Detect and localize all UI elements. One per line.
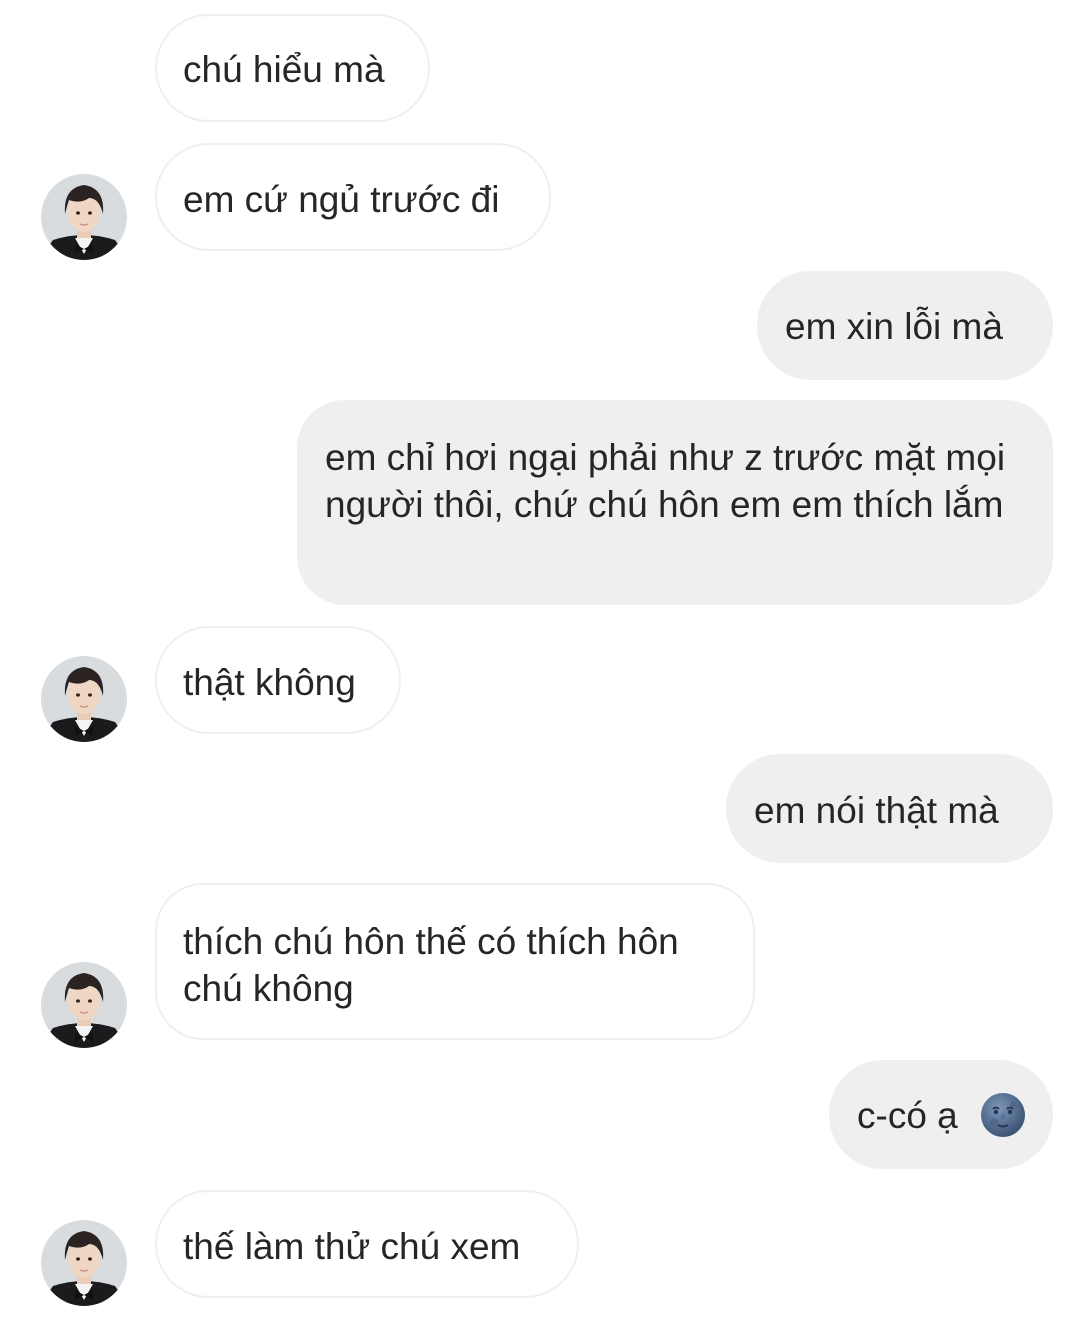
message-text: thích chú hôn thế có thích hôn chú không <box>183 921 679 1009</box>
avatar-image <box>41 1220 127 1306</box>
contact-avatar[interactable] <box>41 1220 127 1306</box>
message-bubble-incoming[interactable]: thích chú hôn thế có thích hôn chú không <box>155 883 755 1040</box>
message-bubble-outgoing[interactable]: c-có ạ <box>829 1060 1053 1169</box>
message-bubble-outgoing[interactable]: em chỉ hơi ngại phải như z trước mặt mọi… <box>297 400 1053 605</box>
message-text: thế làm thử chú xem <box>183 1226 521 1267</box>
message-bubble-incoming[interactable]: thế làm thử chú xem <box>155 1190 579 1298</box>
message-text: chú hiểu mà <box>183 49 385 90</box>
message-text: em chỉ hơi ngại phải như z trước mặt mọi… <box>325 437 1006 525</box>
message-bubble-outgoing[interactable]: em nói thật mà <box>726 754 1053 863</box>
avatar-image <box>41 174 127 260</box>
contact-avatar[interactable] <box>41 656 127 742</box>
message-text: em nói thật mà <box>754 790 999 831</box>
contact-avatar[interactable] <box>41 174 127 260</box>
avatar-image <box>41 656 127 742</box>
contact-avatar[interactable] <box>41 962 127 1048</box>
message-bubble-outgoing[interactable]: em xin lỗi mà <box>757 271 1053 380</box>
message-text: c-có ạ <box>857 1095 958 1136</box>
message-text: thật không <box>183 662 356 703</box>
new-moon-face-icon <box>981 1093 1026 1138</box>
message-text: em xin lỗi mà <box>785 306 1003 347</box>
avatar-image <box>41 962 127 1048</box>
message-text: em cứ ngủ trước đi <box>183 179 500 220</box>
message-bubble-incoming[interactable]: chú hiểu mà <box>155 14 430 122</box>
message-bubble-incoming[interactable]: thật không <box>155 626 401 734</box>
message-bubble-incoming[interactable]: em cứ ngủ trước đi <box>155 143 551 251</box>
